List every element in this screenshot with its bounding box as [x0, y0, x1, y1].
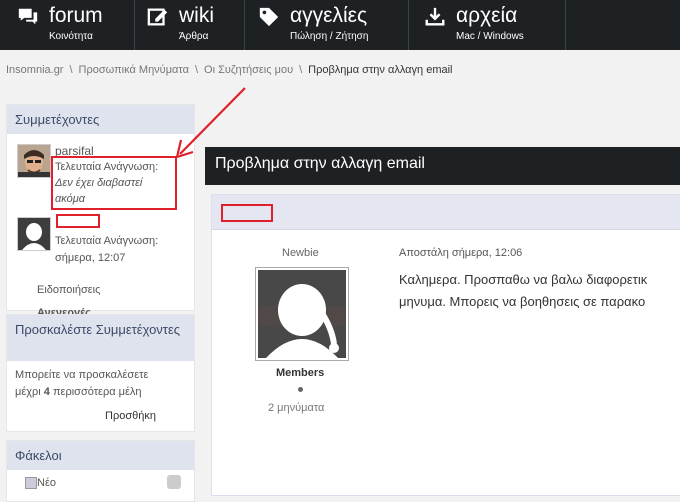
nav-divider	[565, 0, 566, 50]
invite-text: Μπορείτε να προσκαλέσετε	[15, 369, 149, 381]
folders-header: Φάκελοι	[7, 441, 194, 470]
invite-text: μέχρι 4 περισσότερα μέλη	[15, 386, 141, 398]
breadcrumb-separator: \	[194, 64, 199, 76]
edit-icon	[147, 8, 168, 26]
post-count: 2 μηνύματα	[268, 402, 325, 414]
nav-forum[interactable]: forum Κοινότητα	[17, 0, 137, 50]
nav-classifieds[interactable]: αγγελίες Πώληση / Ζήτηση	[258, 0, 408, 50]
breadcrumb-link[interactable]: Insomnia.gr	[6, 64, 63, 76]
nav-wiki-sub: Άρθρα	[179, 31, 209, 42]
nav-divider	[134, 0, 135, 50]
breadcrumb-link[interactable]: Προσωπικά Μηνύματα	[79, 64, 189, 76]
avatar[interactable]	[17, 217, 51, 251]
nav-forum-sub: Κοινότητα	[49, 31, 93, 42]
breadcrumb-current: Προβλημα στην αλλαγη email	[308, 64, 453, 76]
notifications-link[interactable]: Ειδοποιήσεις	[37, 284, 100, 296]
nav-files[interactable]: αρχεία Mac / Windows	[424, 0, 564, 50]
annotation-highlight-box	[51, 156, 177, 210]
invite-panel: Προσκαλέστε Συμμετέχοντες Μπορείτε να πρ…	[6, 314, 195, 432]
post-avatar[interactable]	[255, 267, 349, 361]
last-read-value: σήμερα, 12:07	[55, 252, 126, 264]
post: Newbie Αποστάλη σήμερα, 12:06 Members 2 …	[211, 194, 680, 496]
user-title: Newbie	[282, 247, 319, 259]
folder-new[interactable]: Νέο	[37, 477, 56, 489]
invite-header: Προσκαλέστε Συμμετέχοντες	[7, 315, 194, 361]
invite-text-part: περισσότερα μέλη	[49, 386, 142, 398]
default-avatar-icon	[18, 218, 50, 250]
nav-files-sub: Mac / Windows	[456, 31, 524, 42]
post-date: Αποστάλη σήμερα, 12:06	[399, 247, 523, 259]
participants-header: Συμμετέχοντες	[7, 105, 194, 134]
post-body-line: μηνυμα. Μπορεις να βοηθησεις σε παρακο	[399, 294, 646, 309]
invite-text-part: μέχρι	[15, 386, 44, 398]
folder-count-badge	[167, 475, 181, 489]
page-title: Προβλημα στην αλλαγη email	[215, 155, 425, 172]
avatar-photo-icon	[18, 145, 50, 177]
breadcrumb-separator: \	[299, 64, 303, 76]
tag-icon	[259, 7, 279, 27]
breadcrumb-separator: \	[69, 64, 73, 76]
nav-classifieds-sub: Πώληση / Ζήτηση	[290, 31, 369, 42]
post-body: Καλημερα. Προσπαθω να βαλω διαφορετικ μη…	[399, 269, 647, 313]
default-avatar-icon	[258, 270, 346, 358]
inactive-label: Ανενεργές	[37, 307, 91, 314]
breadcrumb: Insomnia.gr \ Προσωπικά Μηνύματα \ Οι Συζητή…	[6, 64, 453, 76]
chat-icon	[18, 8, 38, 25]
nav-forum-title: forum	[49, 4, 103, 27]
nav-wiki-title: wiki	[179, 4, 214, 27]
nav-files-title: αρχεία	[456, 4, 518, 27]
top-navigation: forum Κοινότητα wiki Άρθρα αγγελίες Πώλη…	[0, 0, 680, 50]
download-icon	[425, 7, 445, 26]
member-group: Members	[276, 367, 325, 379]
redacted-username-box	[221, 204, 273, 222]
post-header	[212, 195, 680, 230]
thread-header: Προβλημα στην αλλαγη email	[205, 147, 680, 185]
redacted-name-box	[56, 214, 100, 228]
add-participant-link[interactable]: Προσθήκη	[105, 410, 156, 422]
last-read-label: Τελευταία Ανάγνωση:	[55, 235, 159, 247]
breadcrumb-link[interactable]: Οι Συζητήσεις μου	[204, 64, 293, 76]
nav-wiki[interactable]: wiki Άρθρα	[147, 0, 247, 50]
online-status-icon	[298, 387, 303, 392]
avatar[interactable]	[17, 144, 51, 178]
nav-divider	[408, 0, 409, 50]
nav-divider	[244, 0, 245, 50]
folders-panel: Φάκελοι Νέο	[6, 440, 195, 502]
folder-icon	[25, 477, 37, 489]
nav-classifieds-title: αγγελίες	[290, 4, 368, 27]
post-body-line: Καλημερα. Προσπαθω να βαλω διαφορετικ	[399, 272, 648, 287]
